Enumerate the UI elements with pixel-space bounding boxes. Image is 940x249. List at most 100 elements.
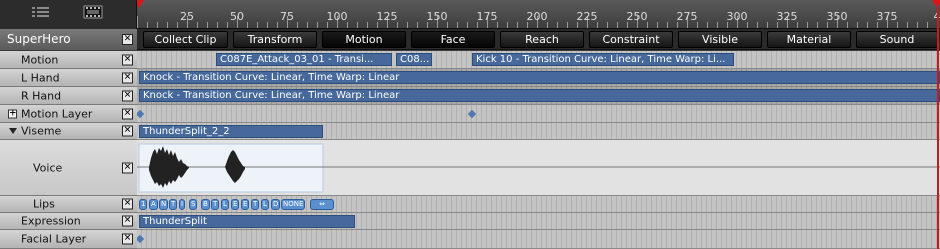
track-remove-button[interactable]: ✕ xyxy=(122,125,133,137)
track-remove-button[interactable]: ✕ xyxy=(122,54,133,65)
phoneme-marker[interactable]: T xyxy=(169,199,178,210)
phoneme-marker[interactable]: T xyxy=(251,199,260,210)
channel-button-collect-clip[interactable]: Collect Clip xyxy=(143,31,228,48)
phoneme-marker[interactable]: E xyxy=(231,199,240,210)
ruler-tick xyxy=(927,22,928,28)
track-label-r-hand[interactable]: R Hand ✕ xyxy=(0,87,137,105)
ruler-tick xyxy=(507,22,508,28)
track-remove-button[interactable]: ✕ xyxy=(122,215,133,227)
phoneme-marker[interactable]: 1 xyxy=(139,199,148,210)
track-area-voice[interactable] xyxy=(137,140,940,196)
ruler-tick xyxy=(307,22,308,28)
phoneme-marker[interactable]: I xyxy=(179,199,186,210)
track-facial-layer: Facial Layer ✕ xyxy=(0,230,940,249)
phoneme-marker[interactable]: L xyxy=(221,199,229,210)
channel-button-constraint[interactable]: Constraint xyxy=(589,31,673,48)
track-label-facial-layer[interactable]: Facial Layer ✕ xyxy=(0,230,137,249)
ruler-label: 325 xyxy=(776,10,798,23)
character-name[interactable]: SuperHero ✕ xyxy=(0,29,137,50)
phoneme-marker[interactable]: E xyxy=(241,199,250,210)
channel-button-visible[interactable]: Visible xyxy=(678,31,762,48)
track-label-l-hand[interactable]: L Hand ✕ xyxy=(0,69,137,87)
ruler-tick xyxy=(517,22,518,28)
ruler-tick xyxy=(157,22,158,28)
collapse-triangle-icon[interactable] xyxy=(9,128,17,134)
phoneme-marker[interactable]: N xyxy=(159,199,169,210)
ruler-tick xyxy=(277,22,278,28)
ruler-tick xyxy=(767,22,768,28)
track-area-l-hand[interactable]: Knock - Transition Curve: Linear, Time W… xyxy=(137,69,940,87)
ruler-label: 250 xyxy=(626,10,648,23)
track-area-expression[interactable]: ThunderSplit xyxy=(137,213,940,230)
ruler-tick xyxy=(857,22,858,28)
track-remove-button[interactable]: ✕ xyxy=(122,90,133,101)
viseme-clip[interactable]: ThunderSplit_2_2 xyxy=(139,125,323,138)
hand-clip[interactable]: Knock - Transition Curve: Linear, Time W… xyxy=(139,89,940,102)
track-area-viseme[interactable]: ThunderSplit_2_2 xyxy=(137,123,940,140)
track-area-r-hand[interactable]: Knock - Transition Curve: Linear, Time W… xyxy=(137,87,940,105)
track-remove-button[interactable]: ✕ xyxy=(122,162,133,173)
list-icon[interactable] xyxy=(30,4,52,20)
track-label-lips[interactable]: Lips ✕ xyxy=(0,196,137,213)
track-label-text: Facial Layer xyxy=(21,232,87,246)
track-label-voice[interactable]: Voice ✕ xyxy=(0,140,137,196)
hand-clip[interactable]: Knock - Transition Curve: Linear, Time W… xyxy=(139,71,940,84)
lips-marker[interactable]: ⇔ xyxy=(310,199,334,210)
track-label-expression[interactable]: Expression ✕ xyxy=(0,213,137,230)
motion-clip[interactable]: C087E_Attack_03_01 - Transi... xyxy=(216,53,392,66)
ruler-tick xyxy=(457,22,458,28)
channel-button-sound[interactable]: Sound xyxy=(856,31,938,48)
phoneme-marker[interactable]: A xyxy=(149,199,158,210)
phoneme-marker[interactable]: B xyxy=(201,199,210,210)
ruler-label: 350 xyxy=(826,10,848,23)
channel-button-motion[interactable]: Motion xyxy=(322,31,406,48)
track-label-motion[interactable]: Motion ✕ xyxy=(0,51,137,69)
track-label-viseme[interactable]: Viseme ✕ xyxy=(0,123,137,140)
playhead-line[interactable] xyxy=(937,8,939,249)
expand-button[interactable]: + xyxy=(8,109,17,118)
playhead-end-marker[interactable] xyxy=(932,0,940,8)
phoneme-marker[interactable]: L xyxy=(261,199,269,210)
keyframe-diamond[interactable] xyxy=(467,109,477,119)
channel-button-reach[interactable]: Reach xyxy=(500,31,584,48)
ruler-tick xyxy=(907,22,908,28)
track-area-motion[interactable]: C087E_Attack_03_01 - Transi... C08... Ki… xyxy=(137,51,940,69)
motion-clip[interactable]: C08... xyxy=(396,53,432,66)
ruler-label: 150 xyxy=(426,10,448,23)
ruler-label: 200 xyxy=(526,10,548,23)
ruler-tick xyxy=(197,22,198,28)
playhead-start-marker[interactable] xyxy=(137,0,144,8)
time-ruler[interactable]: 25 50 75 100 125 150 175 200 225 250 275 300 325 350 3… xyxy=(137,0,940,29)
ruler-tick xyxy=(247,22,248,28)
phoneme-marker[interactable]: S xyxy=(189,199,198,210)
track-r-hand: R Hand ✕ Knock - Transition Curve: Linea… xyxy=(0,87,940,105)
track-area-motion-layer[interactable] xyxy=(137,105,940,123)
phoneme-marker[interactable]: NONE xyxy=(281,199,306,210)
track-label-text: Lips xyxy=(33,197,55,211)
character-close-button[interactable]: ✕ xyxy=(122,34,133,45)
track-label-motion-layer[interactable]: + Motion Layer ✕ xyxy=(0,105,137,123)
channel-button-transform[interactable]: Transform xyxy=(233,31,317,48)
track-remove-button[interactable]: ✕ xyxy=(122,233,133,245)
phoneme-marker[interactable]: D xyxy=(271,199,281,210)
track-area-facial-layer[interactable] xyxy=(137,230,940,249)
motion-clip[interactable]: Kick 10 - Transition Curve: Linear, Time… xyxy=(472,53,734,66)
ruler-label: 100 xyxy=(326,10,348,23)
track-remove-button[interactable]: ✕ xyxy=(122,198,133,210)
track-remove-button[interactable]: ✕ xyxy=(122,72,133,83)
keyframe-diamond[interactable] xyxy=(137,234,145,244)
channel-button-face[interactable]: Face xyxy=(411,31,495,48)
track-remove-button[interactable]: ✕ xyxy=(122,108,133,119)
expression-clip[interactable]: ThunderSplit xyxy=(139,215,355,228)
header-toolbar xyxy=(0,0,137,29)
phoneme-marker[interactable]: T xyxy=(211,199,220,210)
timeline-header: 25 50 75 100 125 150 175 200 225 250 275 300 325 350 3… xyxy=(0,0,940,29)
track-area-lips[interactable]: ⇔ 1 A N T I S B T L E E T L D NONE xyxy=(137,196,940,213)
film-strip-icon[interactable] xyxy=(82,4,104,20)
ruler-tick xyxy=(297,22,298,28)
channel-button-material[interactable]: Material xyxy=(767,31,851,48)
keyframe-diamond[interactable] xyxy=(137,109,145,119)
track-l-hand: L Hand ✕ Knock - Transition Curve: Linea… xyxy=(0,69,940,87)
character-toolbar: SuperHero ✕ Collect Clip Transform Motion F… xyxy=(0,29,940,50)
ruler-tick xyxy=(567,22,568,28)
